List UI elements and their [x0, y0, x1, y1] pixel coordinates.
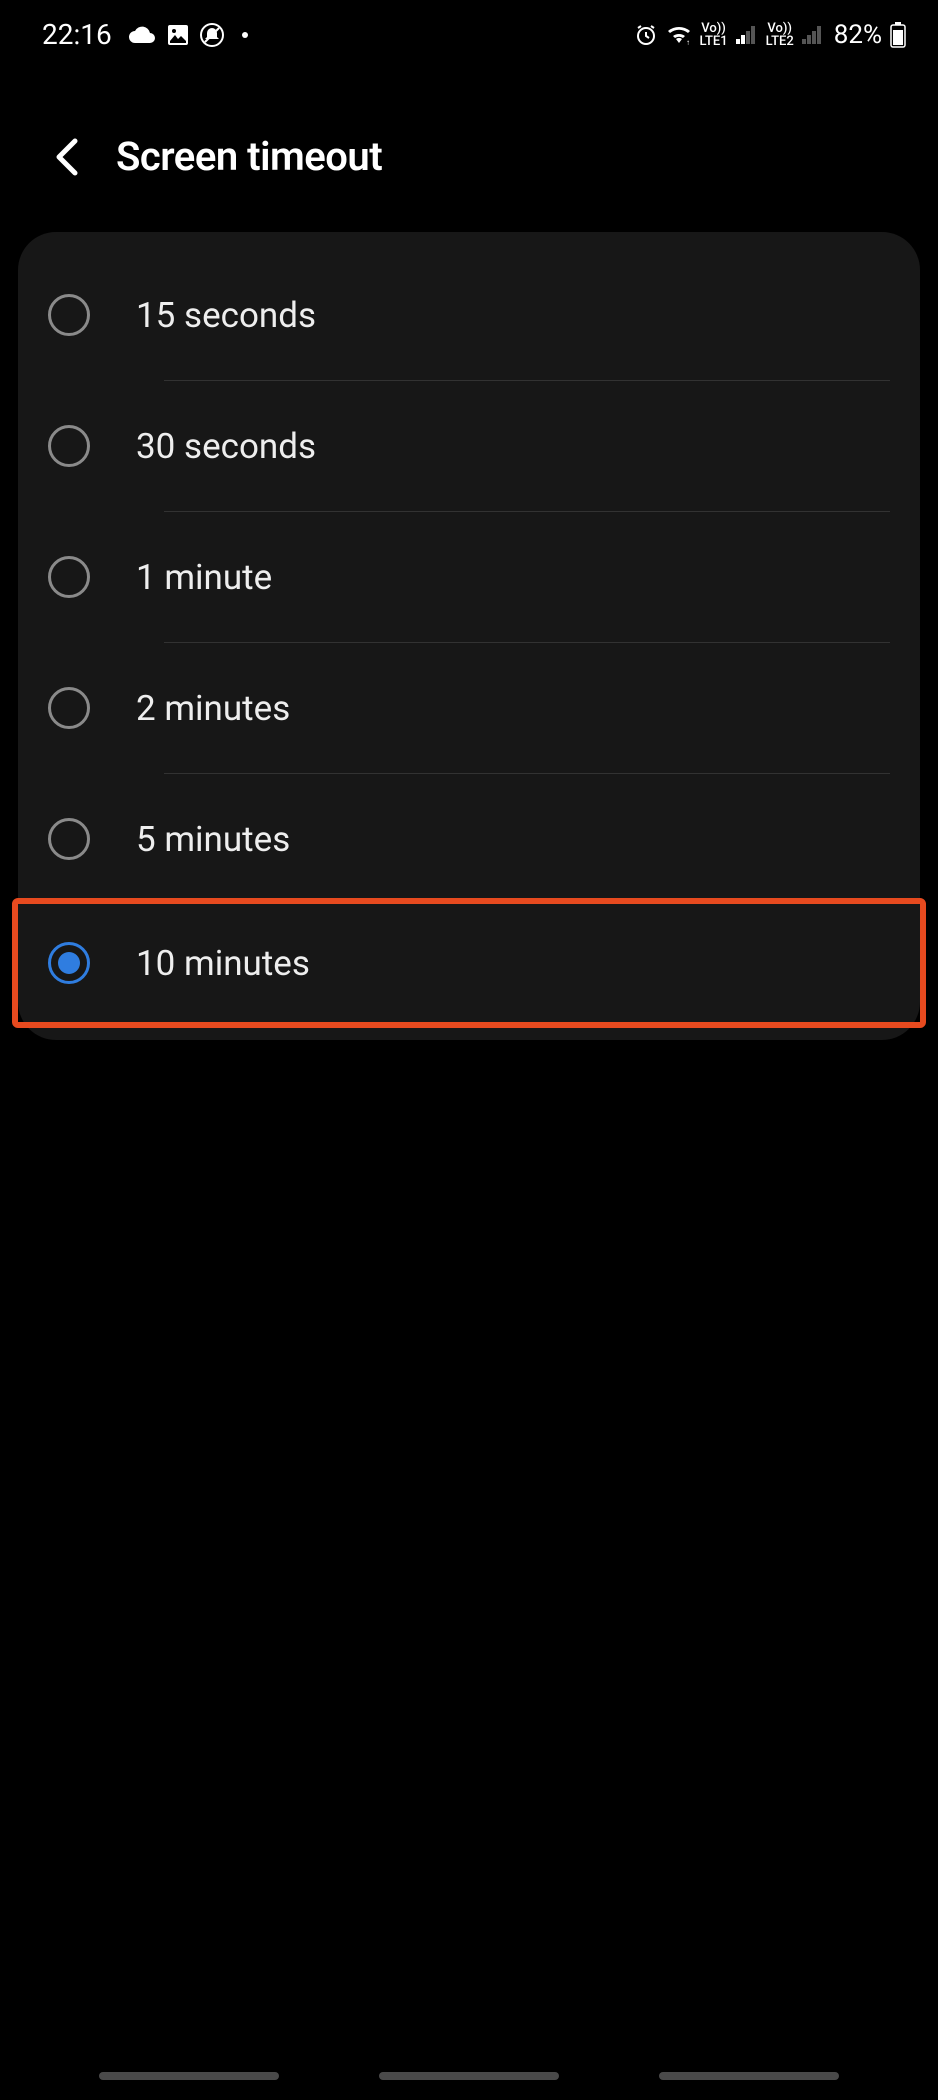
- option-label: 2 minutes: [136, 688, 890, 729]
- status-left: 22:16: [42, 18, 248, 51]
- option-5-minutes[interactable]: 5 minutes: [18, 774, 920, 904]
- lte2-indicator: Vo)) LTE2: [766, 22, 794, 48]
- battery-percent: 82%: [834, 20, 882, 50]
- system-nav-bar: [0, 2072, 938, 2080]
- chevron-left-icon: [53, 137, 79, 177]
- wifi-icon: ↑: [666, 25, 692, 45]
- status-bar: 22:16 ↑ Vo)) LTE1 Vo)) LTE2: [0, 0, 938, 61]
- option-label: 5 minutes: [136, 819, 890, 860]
- radio-icon: [48, 556, 90, 598]
- radio-icon: [48, 425, 90, 467]
- option-30-seconds[interactable]: 30 seconds: [18, 381, 920, 511]
- radio-selected-icon: [48, 942, 90, 984]
- nav-home[interactable]: [379, 2072, 559, 2080]
- option-10-minutes[interactable]: 10 minutes: [12, 898, 926, 1028]
- option-label: 10 minutes: [136, 943, 890, 984]
- nav-back[interactable]: [659, 2072, 839, 2080]
- alarm-icon: [634, 23, 658, 47]
- back-button[interactable]: [44, 135, 88, 179]
- signal2-icon: [802, 26, 824, 44]
- signal1-icon: [736, 26, 758, 44]
- option-15-seconds[interactable]: 15 seconds: [18, 250, 920, 380]
- status-right: ↑ Vo)) LTE1 Vo)) LTE2 82%: [634, 20, 906, 50]
- timeout-options-list: 15 seconds 30 seconds 1 minute 2 minutes…: [18, 232, 920, 1040]
- option-label: 30 seconds: [136, 426, 890, 467]
- nav-recents[interactable]: [99, 2072, 279, 2080]
- option-label: 15 seconds: [136, 295, 890, 336]
- radio-icon: [48, 818, 90, 860]
- status-time: 22:16: [42, 18, 112, 51]
- cloud-icon: [128, 25, 156, 45]
- option-2-minutes[interactable]: 2 minutes: [18, 643, 920, 773]
- radio-icon: [48, 687, 90, 729]
- radio-inner-dot: [58, 952, 80, 974]
- svg-text:↑: ↑: [686, 38, 690, 45]
- option-label: 1 minute: [136, 557, 890, 598]
- radio-icon: [48, 294, 90, 336]
- page-header: Screen timeout: [0, 61, 938, 220]
- battery-icon: [890, 22, 906, 48]
- more-dot-icon: [242, 32, 248, 38]
- image-icon: [166, 23, 190, 47]
- dnd-icon: [200, 23, 224, 47]
- lte1-indicator: Vo)) LTE1: [700, 22, 728, 48]
- page-title: Screen timeout: [116, 133, 382, 180]
- option-1-minute[interactable]: 1 minute: [18, 512, 920, 642]
